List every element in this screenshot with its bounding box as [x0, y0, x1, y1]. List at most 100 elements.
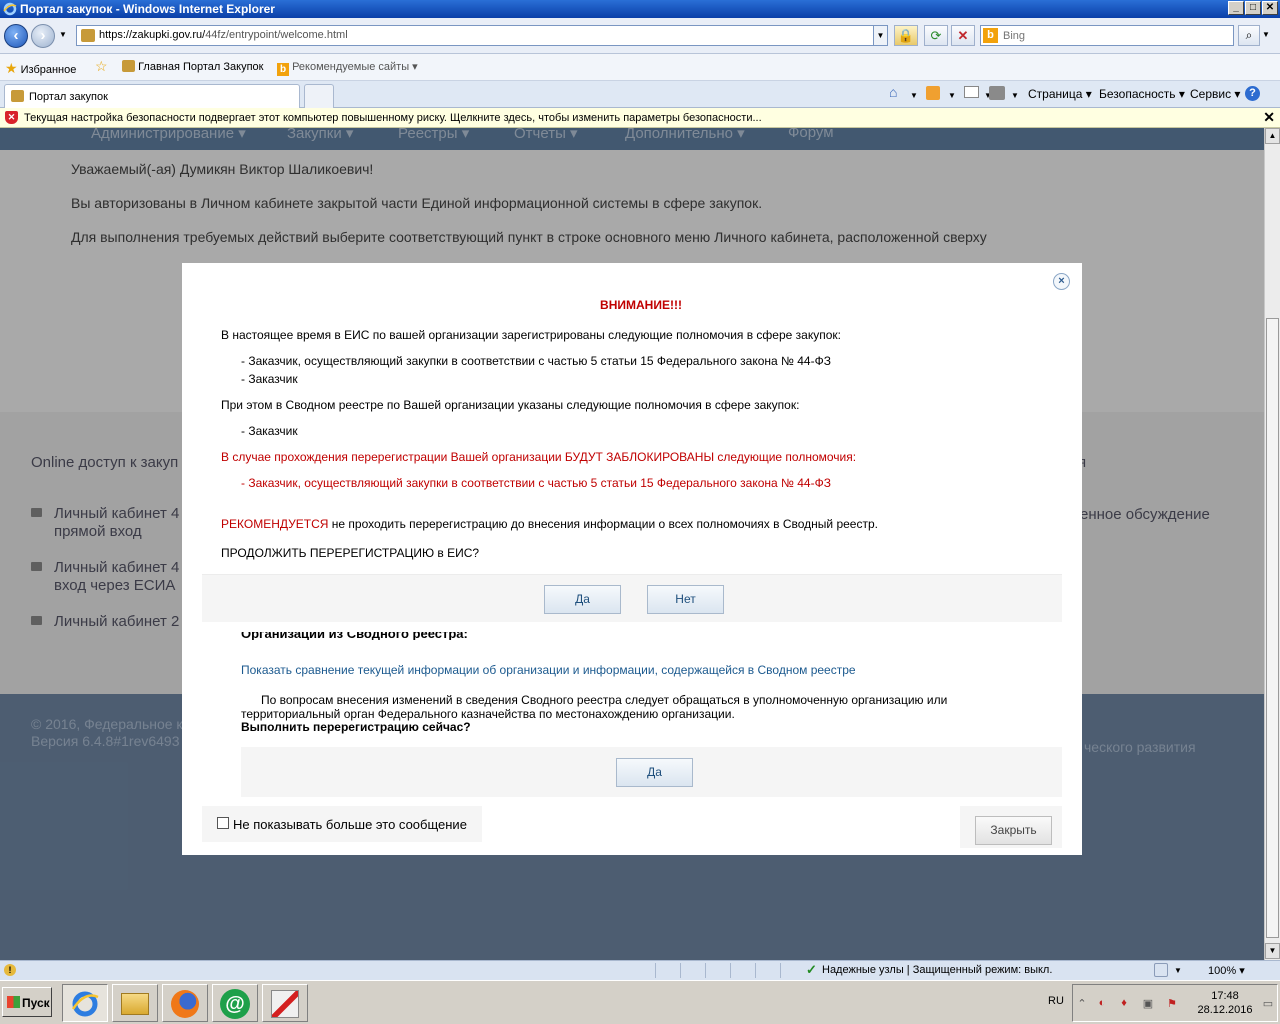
favorites-bar: ★ Избранное ☆ Главная Портал Закупок b Р…: [0, 54, 1280, 81]
page-scrollbar[interactable]: ▲ ▼: [1264, 128, 1280, 960]
action-center-icon[interactable]: ⚑: [1165, 997, 1179, 1011]
dont-show-checkbox[interactable]: [217, 817, 229, 829]
security-warning-text[interactable]: Текущая настройка безопасности подвергае…: [24, 112, 762, 124]
volume-icon[interactable]: ◐: [1095, 997, 1109, 1011]
safety-menu[interactable]: Безопасность ▾: [1099, 87, 1185, 101]
no-button[interactable]: Нет: [647, 585, 724, 614]
clock[interactable]: 17:48 28.12.2016: [1193, 989, 1257, 1017]
search-input[interactable]: [1003, 28, 1223, 43]
power-icon[interactable]: ♦: [1117, 997, 1131, 1011]
compare-info-link[interactable]: Показать сравнение текущей информации об…: [241, 663, 856, 677]
taskbar-crypto-app[interactable]: [262, 984, 308, 1022]
favorite-link-portal[interactable]: Главная Портал Закупок: [122, 60, 263, 73]
dont-show-label[interactable]: Не показывать больше это сообщение: [233, 817, 467, 832]
reregistration-dialog: × ВНИМАНИЕ!!! В настоящее время в ЕИС по…: [182, 263, 1082, 855]
current-power-item: - Заказчик: [241, 372, 298, 386]
close-button[interactable]: Закрыть: [975, 816, 1052, 845]
new-tab-button[interactable]: [304, 84, 334, 108]
mail-agent-icon: @: [220, 989, 250, 1019]
print-dropdown-icon[interactable]: ▼: [1011, 91, 1019, 100]
security-zone-text[interactable]: Надежные узлы | Защищенный режим: выкл.: [822, 964, 1052, 976]
windows-logo-icon: [7, 996, 20, 1008]
print-icon[interactable]: [989, 86, 1005, 100]
folder-icon: [121, 993, 149, 1015]
favorites-button[interactable]: ★ Избранное: [5, 60, 76, 77]
status-segment: [705, 963, 727, 978]
page-menu[interactable]: Страница ▾: [1028, 87, 1092, 101]
show-desktop-icon[interactable]: ▭: [1261, 997, 1275, 1011]
maximize-button[interactable]: □: [1245, 1, 1261, 15]
zone-dropdown-icon[interactable]: ▼: [1174, 966, 1182, 975]
minimize-button[interactable]: _: [1228, 1, 1244, 15]
feed-dropdown-icon[interactable]: ▼: [948, 91, 956, 100]
start-button[interactable]: Пуск: [2, 987, 52, 1017]
back-button[interactable]: ‹: [4, 24, 28, 48]
window-title: Портал закупок - Windows Internet Explor…: [20, 2, 275, 16]
language-indicator[interactable]: RU: [1048, 995, 1064, 1007]
add-favorite-icon[interactable]: ☆: [95, 58, 108, 75]
tab-portal[interactable]: Портал закупок: [4, 84, 300, 108]
page-viewport: Администрирование ▾ Закупки ▾ Реестры ▾ …: [0, 128, 1264, 960]
warning-icon[interactable]: !: [4, 964, 16, 976]
rss-feed-icon[interactable]: [926, 86, 940, 100]
firefox-icon: [171, 990, 199, 1018]
reregister-yes-button[interactable]: Да: [616, 758, 693, 787]
registry-powers-text: При этом в Сводном реестре по Вашей орга…: [221, 398, 800, 412]
search-box[interactable]: b: [980, 25, 1234, 46]
yes-button[interactable]: Да: [544, 585, 621, 614]
suggested-sites-link[interactable]: b Рекомендуемые сайты ▾: [277, 60, 418, 76]
search-options-dropdown-icon[interactable]: ▼: [1262, 30, 1270, 39]
taskbar-mail-agent-app[interactable]: @: [212, 984, 258, 1022]
recommendation-text: РЕКОМЕНДУЕТСЯ не проходить перерегистрац…: [221, 517, 878, 531]
bing-icon: b: [277, 63, 289, 76]
site-favicon: [81, 29, 95, 42]
show-hidden-icons-icon[interactable]: ⌃: [1075, 997, 1089, 1011]
address-dropdown-icon[interactable]: ▼: [873, 26, 887, 45]
history-dropdown-icon[interactable]: ▼: [59, 30, 67, 39]
mail-icon[interactable]: [964, 86, 979, 98]
current-power-item: - Заказчик, осуществляющий закупки в соо…: [241, 354, 831, 368]
star-icon: ★: [5, 60, 18, 76]
search-icon[interactable]: ⌕: [1238, 25, 1260, 46]
tools-menu[interactable]: Сервис ▾: [1190, 87, 1240, 101]
taskbar-ie-app[interactable]: [62, 984, 108, 1022]
status-segment: [655, 963, 677, 978]
registry-power-item: - Заказчик: [241, 424, 298, 438]
taskbar-explorer-app[interactable]: [112, 984, 158, 1022]
zoom-level[interactable]: 100% ▾: [1208, 964, 1245, 977]
current-powers-text: В настоящее время в ЕИС по вашей организ…: [221, 328, 841, 342]
clock-time: 17:48: [1211, 990, 1239, 1002]
url-text[interactable]: https://zakupki.gov.ru/44fz/entrypoint/w…: [99, 29, 348, 41]
registry-help-text: По вопросам внесения изменений в сведени…: [241, 693, 948, 721]
infobar-close-button[interactable]: ✕: [1263, 109, 1275, 126]
taskbar-firefox-app[interactable]: [162, 984, 208, 1022]
network-icon[interactable]: ▣: [1141, 997, 1155, 1011]
dialog-footer-actions: Закрыть: [960, 806, 1062, 848]
refresh-button[interactable]: ⟳: [924, 25, 948, 46]
ie-icon: [3, 2, 17, 16]
security-info-bar[interactable]: ✕ Текущая настройка безопасности подверг…: [0, 108, 1280, 128]
registry-organizations-label: Организации из Сводного реестра:: [241, 632, 468, 640]
protected-mode-icon[interactable]: [1154, 963, 1168, 977]
reregister-button-bar: Да: [241, 747, 1062, 797]
home-icon[interactable]: ⌂: [889, 84, 897, 100]
help-icon[interactable]: ?: [1245, 86, 1260, 101]
scroll-up-arrow[interactable]: ▲: [1265, 128, 1280, 144]
security-shield-icon: ✕: [5, 111, 18, 124]
status-bar: ! ✓ Надежные узлы | Защищенный режим: вы…: [0, 960, 1280, 980]
status-segment: [680, 963, 702, 978]
reregister-now-question: Выполнить перерегистрацию сейчас?: [241, 720, 471, 734]
window-close-button[interactable]: ✕: [1262, 1, 1278, 15]
blocked-power-item: - Заказчик, осуществляющий закупки в соо…: [241, 476, 831, 490]
scroll-down-arrow[interactable]: ▼: [1265, 943, 1280, 959]
ie-icon: [71, 991, 99, 1017]
dialog-close-icon[interactable]: ×: [1053, 273, 1070, 290]
choice-button-bar: Да Нет: [202, 574, 1062, 622]
home-dropdown-icon[interactable]: ▼: [910, 91, 918, 100]
lock-icon[interactable]: 🔒: [894, 25, 918, 46]
system-tray: ⌃ ◐ ♦ ▣ ⚑ 17:48 28.12.2016 ▭: [1072, 984, 1278, 1022]
stop-button[interactable]: ✕: [951, 25, 975, 46]
forward-button[interactable]: ›: [31, 24, 55, 48]
address-bar[interactable]: https://zakupki.gov.ru/44fz/entrypoint/w…: [76, 25, 888, 46]
scroll-thumb[interactable]: [1266, 318, 1279, 938]
